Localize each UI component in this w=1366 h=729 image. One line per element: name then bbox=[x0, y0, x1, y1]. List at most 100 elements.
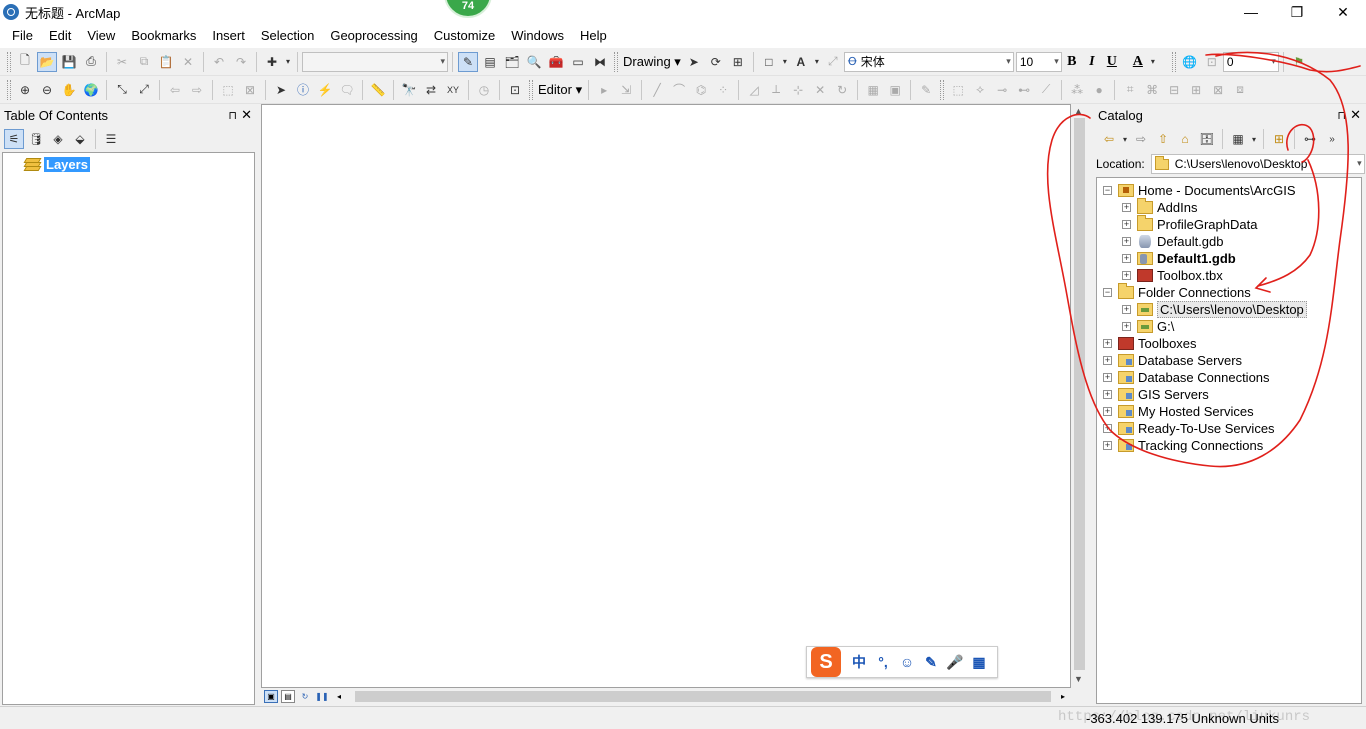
topology-icon[interactable]: ⬚ bbox=[948, 80, 968, 100]
expand-icon[interactable]: + bbox=[1122, 254, 1131, 263]
delete-icon[interactable]: ✕ bbox=[178, 52, 198, 72]
tree-item-desktop-connection[interactable]: + C:\Users\lenovo\Desktop bbox=[1122, 301, 1307, 318]
extra-tool-5-icon[interactable]: ⊠ bbox=[1208, 80, 1228, 100]
collapse-icon[interactable]: − bbox=[1103, 186, 1112, 195]
measure-icon[interactable]: 📏 bbox=[368, 80, 388, 100]
tree-item-home[interactable]: − Home - Documents\ArcGIS bbox=[1103, 182, 1296, 199]
ime-grid-icon[interactable]: ▦ bbox=[967, 654, 991, 671]
expand-icon[interactable]: + bbox=[1103, 424, 1112, 433]
snap-icon[interactable]: ⊸ bbox=[992, 80, 1012, 100]
ime-language-toggle[interactable]: 中 bbox=[847, 652, 871, 672]
fixed-zoom-out-icon[interactable]: ⤢ bbox=[134, 80, 154, 100]
close-window-button[interactable]: ✕ bbox=[1320, 0, 1366, 24]
view-dropdown-icon[interactable]: ▾ bbox=[1250, 129, 1258, 149]
expand-icon[interactable]: + bbox=[1122, 271, 1131, 280]
close-catalog-button[interactable]: ✕ bbox=[1350, 107, 1361, 123]
connect-to-folder-icon[interactable]: ⊞ bbox=[1269, 129, 1289, 149]
layers-label[interactable]: Layers bbox=[44, 157, 90, 172]
connect-folder-alt-icon[interactable]: 🗄 bbox=[1197, 129, 1217, 149]
font-color-dropdown-icon[interactable]: ▾ bbox=[1149, 52, 1157, 72]
map-scale-combo[interactable]: ▾ bbox=[302, 51, 448, 72]
fixed-zoom-in-icon[interactable]: ⤡ bbox=[112, 80, 132, 100]
menu-customize[interactable]: Customize bbox=[426, 24, 503, 48]
toc-options-icon[interactable]: ☰ bbox=[101, 129, 121, 149]
ime-emoji-icon[interactable]: ☺ bbox=[895, 654, 919, 670]
print-icon[interactable]: ⎙ bbox=[81, 52, 101, 72]
menu-view[interactable]: View bbox=[79, 24, 123, 48]
location-combo[interactable]: C:\Users\lenovo\Desktop ▾ bbox=[1150, 154, 1365, 174]
ime-punctuation-icon[interactable]: °, bbox=[871, 654, 895, 670]
expand-icon[interactable]: + bbox=[1122, 237, 1131, 246]
horizontal-scroll-thumb[interactable] bbox=[355, 691, 1051, 702]
scroll-right-icon[interactable]: ▸ bbox=[1056, 690, 1070, 703]
up-level-icon[interactable]: ⇧ bbox=[1153, 129, 1173, 149]
tree-item-addins[interactable]: + AddIns bbox=[1122, 198, 1197, 216]
paste-icon[interactable]: 📋 bbox=[156, 52, 176, 72]
identify-icon[interactable]: ⓘ bbox=[293, 80, 313, 100]
expand-icon[interactable]: + bbox=[1103, 339, 1112, 348]
text-dropdown-icon[interactable]: ▾ bbox=[813, 52, 821, 72]
scroll-down-icon[interactable]: ▼ bbox=[1074, 674, 1083, 684]
python-window-icon[interactable]: ▭ bbox=[568, 52, 588, 72]
tree-item-default-gdb[interactable]: + Default.gdb bbox=[1122, 233, 1224, 250]
more-tools-icon[interactable]: » bbox=[1322, 129, 1342, 149]
toolbar-grip[interactable] bbox=[1171, 51, 1176, 72]
toggle-contents-icon[interactable]: ⊶ bbox=[1300, 129, 1320, 149]
back-extent-icon[interactable]: ⇦ bbox=[165, 80, 185, 100]
rectangle-icon[interactable]: □ bbox=[759, 52, 779, 72]
text-tool-icon[interactable]: A bbox=[791, 52, 811, 72]
menu-insert[interactable]: Insert bbox=[204, 24, 253, 48]
notification-badge[interactable]: 74 bbox=[444, 0, 492, 18]
forward-arrow-icon[interactable]: ⇨ bbox=[1131, 129, 1151, 149]
forward-extent-icon[interactable]: ⇨ bbox=[187, 80, 207, 100]
font-color-button[interactable]: A bbox=[1128, 54, 1148, 70]
pin-icon[interactable]: ⊓ bbox=[1337, 109, 1346, 122]
extra-tool-4-icon[interactable]: ⊞ bbox=[1186, 80, 1206, 100]
underline-button[interactable]: U bbox=[1102, 54, 1122, 70]
topology-edit-icon[interactable]: ⟡ bbox=[970, 80, 990, 100]
select-elements-icon[interactable]: ➤ bbox=[684, 52, 704, 72]
refresh-icon[interactable]: ↻ bbox=[298, 690, 312, 703]
save-icon[interactable]: 💾 bbox=[59, 52, 79, 72]
point-icon[interactable]: ⁘ bbox=[713, 80, 733, 100]
clear-selection-icon[interactable]: ⊠ bbox=[240, 80, 260, 100]
minimize-button[interactable]: — bbox=[1228, 0, 1274, 24]
back-dropdown-icon[interactable]: ▾ bbox=[1121, 129, 1129, 149]
menu-edit[interactable]: Edit bbox=[41, 24, 79, 48]
tree-item-my-hosted-services[interactable]: + My Hosted Services bbox=[1103, 403, 1254, 420]
font-name-combo[interactable]: Ꝋ 宋体 ▾ bbox=[843, 51, 1014, 72]
tree-item-default1-gdb[interactable]: + Default1.gdb bbox=[1122, 250, 1236, 267]
toolbar-grip[interactable] bbox=[7, 51, 11, 72]
select-features-icon[interactable]: ⬚ bbox=[218, 80, 238, 100]
menu-file[interactable]: File bbox=[4, 24, 41, 48]
rotate-icon[interactable]: ⟳ bbox=[706, 52, 726, 72]
extra-tool-2-icon[interactable]: ⌘ bbox=[1142, 80, 1162, 100]
create-features-icon[interactable]: ✎ bbox=[916, 80, 936, 100]
full-extent-icon[interactable]: 🌍 bbox=[81, 80, 101, 100]
expand-icon[interactable]: + bbox=[1122, 305, 1131, 314]
search-window-icon[interactable]: 🔍 bbox=[524, 52, 544, 72]
time-slider-icon[interactable]: ◷ bbox=[474, 80, 494, 100]
sogou-logo-icon[interactable]: S bbox=[811, 647, 841, 677]
layers-data-frame[interactable]: Layers bbox=[23, 157, 90, 172]
expand-icon[interactable]: + bbox=[1103, 407, 1112, 416]
expand-icon[interactable]: + bbox=[1122, 322, 1131, 331]
hyperlink-icon[interactable]: ⚡ bbox=[315, 80, 335, 100]
expand-icon[interactable]: + bbox=[1103, 373, 1112, 382]
vertical-scroll-thumb[interactable] bbox=[1074, 118, 1085, 670]
tree-item-profilegraphdata[interactable]: + ProfileGraphData bbox=[1122, 215, 1257, 233]
snap-end-icon[interactable]: ⟋ bbox=[1036, 80, 1056, 100]
go-to-xy-icon[interactable]: XY bbox=[443, 80, 463, 100]
toolbar-grip[interactable] bbox=[529, 79, 533, 100]
list-by-drawing-order-icon[interactable]: ⚟ bbox=[4, 129, 24, 149]
arctoolbox-icon[interactable]: 🧰 bbox=[546, 52, 566, 72]
italic-button[interactable]: I bbox=[1082, 54, 1102, 70]
sphere-icon[interactable]: ● bbox=[1089, 80, 1109, 100]
tree-item-gis-servers[interactable]: + GIS Servers bbox=[1103, 386, 1209, 403]
menu-geoprocessing[interactable]: Geoprocessing bbox=[322, 24, 425, 48]
view-options-icon[interactable]: ▦ bbox=[1228, 129, 1248, 149]
network-icon[interactable]: ⁂ bbox=[1067, 80, 1087, 100]
straight-segment-icon[interactable]: ╱ bbox=[647, 80, 667, 100]
home-icon[interactable]: ⌂ bbox=[1175, 129, 1195, 149]
html-popup-icon[interactable]: 🗨 bbox=[337, 80, 357, 100]
